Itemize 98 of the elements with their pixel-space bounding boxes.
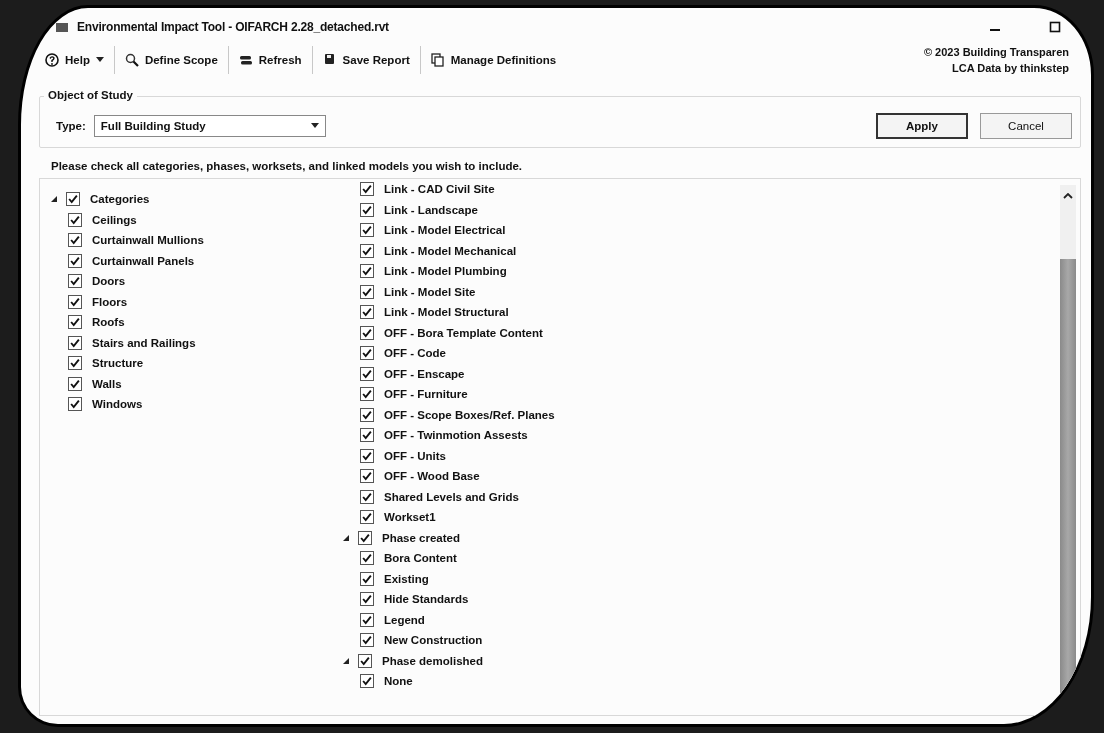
tree-node-label[interactable]: Categories (90, 193, 150, 206)
tree-item-label[interactable]: Structure (92, 357, 144, 370)
checkbox[interactable] (360, 264, 374, 279)
tree-item-label[interactable]: Link - Model Structural (384, 306, 509, 319)
tree-item-label[interactable]: OFF - Scope Boxes/Ref. Planes (384, 408, 555, 421)
tree-item-label[interactable]: Stairs and Railings (92, 336, 196, 349)
tree-item-label[interactable]: Walls (92, 377, 122, 390)
dialog-button[interactable]: Apply (876, 113, 968, 139)
checkbox[interactable] (360, 592, 374, 607)
checkbox[interactable] (360, 489, 374, 504)
caret-icon (310, 123, 319, 129)
help-menu-button[interactable]: Help (35, 49, 114, 71)
tree-item-label[interactable]: Link - Model Site (384, 285, 476, 298)
checkbox[interactable] (358, 530, 372, 545)
tree-item-label[interactable]: Existing (384, 572, 429, 585)
checkbox[interactable] (68, 397, 82, 412)
checkbox[interactable] (360, 366, 374, 381)
checkbox[interactable] (68, 335, 82, 350)
copy-icon (430, 53, 445, 67)
checkbox[interactable] (360, 346, 374, 361)
checkbox[interactable] (68, 274, 82, 289)
tree-item-label[interactable]: Bora Content (384, 552, 457, 565)
tree-item-label[interactable]: Link - Model Plumbing (384, 265, 507, 278)
tree-item-label[interactable]: Legend (384, 613, 425, 626)
checkbox[interactable] (68, 376, 82, 391)
type-dropdown[interactable]: Full Building Study (93, 115, 326, 137)
tree-item-label[interactable]: OFF - Wood Base (384, 470, 480, 483)
toolbar-button[interactable]: Refresh (228, 49, 312, 71)
search-icon (124, 53, 139, 67)
checkbox[interactable] (360, 612, 374, 627)
tree-item-label[interactable]: OFF - Twinmotion Assests (384, 429, 528, 442)
tree-item-label[interactable]: None (384, 675, 413, 688)
expanded-triangle-icon[interactable] (342, 656, 350, 665)
toolbar-button[interactable]: Manage Definitions (420, 49, 567, 71)
checkbox[interactable] (360, 202, 374, 217)
checkbox[interactable] (360, 571, 374, 586)
tree-item-label[interactable]: OFF - Code (384, 347, 446, 360)
checkbox[interactable] (360, 674, 374, 689)
tree-item-label[interactable]: New Construction (384, 634, 483, 647)
checkbox[interactable] (360, 448, 374, 463)
tree-item-label[interactable]: Workset1 (384, 511, 436, 524)
checkbox[interactable] (360, 469, 374, 484)
maximize-icon[interactable] (1049, 21, 1061, 33)
credit-text: LCA Data by thinkstep (952, 61, 1069, 76)
tree-item-label[interactable]: OFF - Units (384, 449, 446, 462)
expanded-triangle-icon[interactable] (50, 195, 58, 204)
checkbox[interactable] (360, 551, 374, 566)
scroll-up-icon[interactable] (1063, 193, 1073, 199)
tree-item-label[interactable]: Windows (92, 398, 143, 411)
group-title: Object of Study (44, 89, 137, 101)
tree-item-label[interactable]: Roofs (92, 316, 125, 329)
tree-node-label[interactable]: Phase created (382, 531, 460, 544)
tree-item-label[interactable]: OFF - Furniture (384, 388, 468, 401)
checkbox[interactable] (360, 387, 374, 402)
tree-item-label[interactable]: Hide Standards (384, 593, 469, 606)
tree-item-label[interactable]: Floors (92, 295, 128, 308)
tree-item-label[interactable]: OFF - Bora Template Content (384, 326, 543, 339)
checkbox[interactable] (360, 284, 374, 299)
toolbar-button[interactable]: Save Report (312, 49, 420, 71)
tree-item-label[interactable]: OFF - Enscape (384, 367, 465, 380)
checkbox[interactable] (68, 212, 82, 227)
window-title: Environmental Impact Tool - OIFARCH 2.28_detached.rvt (77, 20, 389, 34)
checkbox[interactable] (360, 633, 374, 648)
instruction-text: Please check all categories, phases, worksets, and linked models you wish to include. (51, 160, 524, 172)
checkbox[interactable] (360, 305, 374, 320)
checkbox[interactable] (68, 294, 82, 309)
checkbox[interactable] (360, 223, 374, 238)
checkbox[interactable] (68, 233, 82, 248)
save-icon (322, 53, 337, 67)
checkbox[interactable] (360, 182, 374, 197)
tree-item-label[interactable]: Doors (92, 275, 126, 288)
tree-item-label[interactable]: Link - Model Electrical (384, 224, 506, 237)
checkbox[interactable] (358, 653, 372, 668)
type-label: Type: (55, 120, 86, 132)
checkbox[interactable] (360, 428, 374, 443)
tree-item-label[interactable]: Curtainwall Mullions (92, 234, 204, 247)
expanded-triangle-icon[interactable] (342, 533, 350, 542)
tree-item-label[interactable]: Shared Levels and Grids (384, 490, 519, 503)
app-icon (55, 20, 69, 34)
checkbox[interactable] (68, 253, 82, 268)
checkbox[interactable] (68, 315, 82, 330)
checkbox[interactable] (360, 510, 374, 525)
checkbox[interactable] (66, 192, 80, 207)
tree-item-label[interactable]: Link - Model Mechanical (384, 244, 517, 257)
checkbox[interactable] (68, 356, 82, 371)
tree-item-label[interactable]: Ceilings (92, 213, 137, 226)
help-icon (45, 53, 59, 67)
tree-item-label[interactable]: Link - CAD Civil Site (384, 183, 495, 196)
tree-item-label[interactable]: Curtainwall Panels (92, 254, 195, 267)
checkbox[interactable] (360, 243, 374, 258)
checkbox[interactable] (360, 325, 374, 340)
toolbar-button[interactable]: Define Scope (114, 49, 228, 71)
caret-icon (95, 57, 104, 63)
dialog-button[interactable]: Cancel (980, 113, 1072, 139)
tree-item-label[interactable]: Link - Landscape (384, 203, 478, 216)
credit-text: © 2023 Building Transparen (923, 45, 1069, 60)
checkbox[interactable] (360, 407, 374, 422)
tree-node-label[interactable]: Phase demolished (382, 654, 483, 667)
